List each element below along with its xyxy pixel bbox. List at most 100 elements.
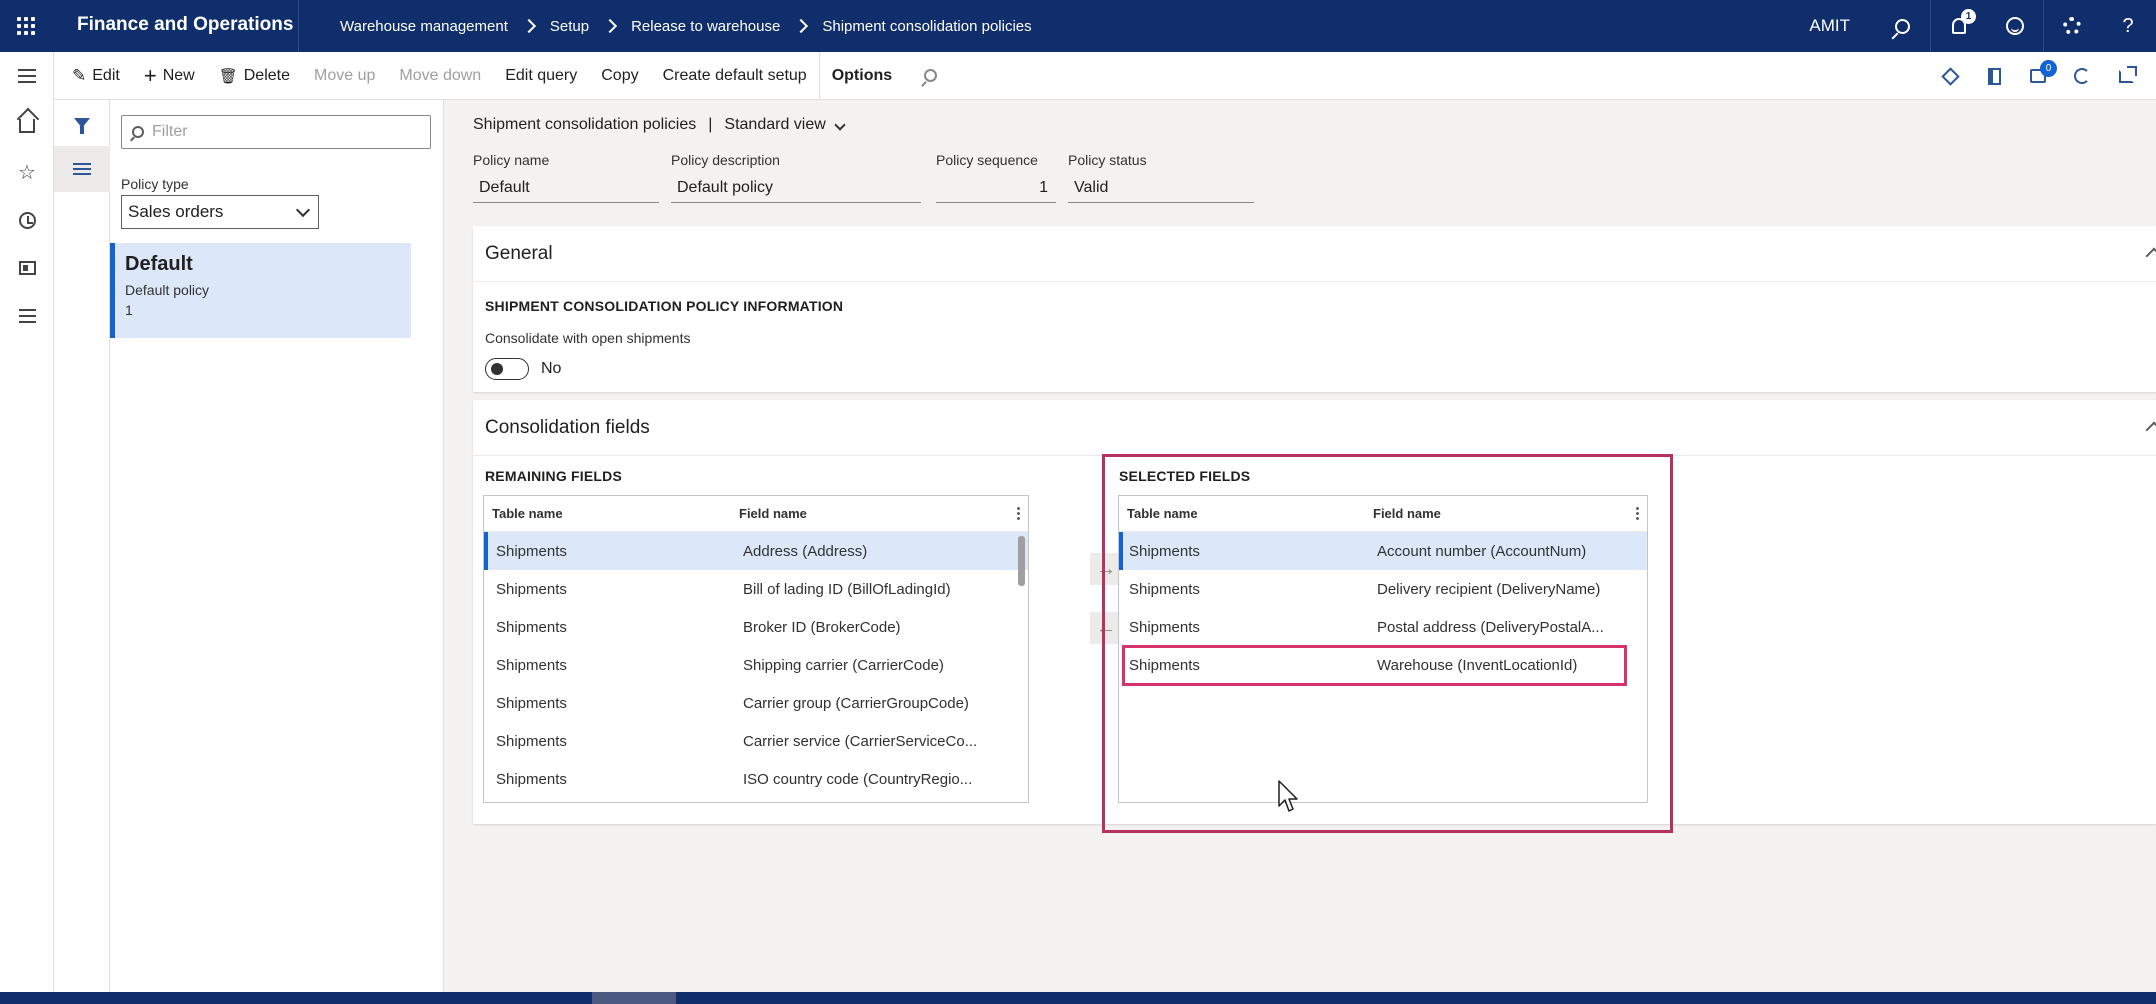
refresh-button[interactable] [2060,52,2104,100]
divider [298,0,299,52]
table-row[interactable]: Shipments Shipping carrier (CarrierCode) [484,646,1028,684]
policy-name-label: Policy name [473,152,550,168]
list-toggle-column [54,100,110,992]
remaining-fields-title: REMAINING FIELDS [485,468,622,484]
consolidate-toggle[interactable] [485,358,529,380]
app-title[interactable]: Finance and Operations [77,0,293,52]
policy-status-label: Policy status [1068,152,1147,168]
view-label: Standard view [724,116,826,133]
cell-field-name: Address (Address) [743,542,868,560]
chevron-up-icon[interactable] [2145,247,2156,265]
show-filters-button[interactable] [54,100,110,146]
new-field-highlight [1122,645,1627,686]
new-label: New [162,66,195,84]
chevron-up-icon[interactable] [2145,421,2156,439]
feedback-button[interactable] [1987,0,2043,52]
table-row[interactable]: Shipments ISO country code (CountryRegio.… [484,760,1028,798]
table-row[interactable]: Shipments Address (Address) [484,532,1028,570]
smile-icon [2006,17,2024,35]
options-tab[interactable]: Options [820,52,904,100]
pencil-icon: ✎ [72,65,87,85]
nav-recent[interactable] [0,196,54,244]
filter-input[interactable]: Filter [121,115,431,149]
open-new-window-button[interactable] [2104,52,2148,100]
copy-button[interactable]: Copy [589,52,650,100]
scrollbar[interactable] [1018,536,1025,586]
action-search-icon[interactable] [924,69,938,82]
nav-favorites[interactable]: ☆ [0,148,54,196]
policy-description-input[interactable]: Default policy [671,173,921,203]
chevron-down-icon [834,119,846,131]
move-down-button[interactable]: Move down [387,52,493,100]
show-list-button[interactable] [54,146,110,192]
column-header-table-name[interactable]: Table name [492,506,563,521]
table-row[interactable]: Shipments Carrier group (CarrierGroupCode… [484,684,1028,722]
workspace-icon [18,261,36,275]
consolidation-title: Consolidation fields [485,416,650,438]
gear-icon [2063,17,2081,35]
form-header: Shipment consolidation policies | Standa… [473,116,846,134]
move-up-button[interactable]: Move up [302,52,387,100]
cell-table-name: Shipments [496,770,567,788]
settings-button[interactable] [2044,0,2100,52]
new-button[interactable]: + New [132,52,207,100]
breadcrumb-item-warehouse-management[interactable]: Warehouse management [340,18,508,35]
office-button[interactable] [1972,52,2016,100]
more-vertical-icon[interactable] [1017,506,1020,521]
breadcrumb-item-release-to-warehouse[interactable]: Release to warehouse [631,18,780,35]
app-launcher-icon[interactable] [0,0,52,52]
expand-nav-button[interactable] [0,52,54,100]
section-title: SHIPMENT CONSOLIDATION POLICY INFORMATIO… [485,298,844,314]
search-button[interactable] [1874,0,1930,52]
delete-button[interactable]: 🗑 Delete [207,52,302,100]
chevron-right-icon [603,18,618,34]
policy-sequence-field: Policy sequence 1 [936,152,1056,203]
list-icon [18,308,36,324]
general-header[interactable]: General [473,226,2156,282]
navigation-pane: ☆ [0,52,54,992]
company-picker[interactable]: AMIT [1809,16,1850,36]
policy-type-value: Sales orders [128,202,224,221]
search-icon [132,126,144,138]
help-button[interactable]: ? [2100,0,2156,52]
policy-name-field: Policy name Default [473,152,659,203]
chevron-right-icon [521,18,536,34]
consolidate-value: No [541,360,562,377]
table-row[interactable]: Shipments Bill of lading ID (BillOfLading… [484,570,1028,608]
horizontal-scrollbar[interactable] [592,992,676,1004]
notifications-button[interactable]: 1 [1931,0,1987,52]
breadcrumb-item-current[interactable]: Shipment consolidation policies [822,18,1031,35]
column-header-field-name[interactable]: Field name [739,506,807,521]
diamond-icon [1940,66,1960,86]
cell-field-name: Carrier service (CarrierServiceCo... [743,732,978,750]
nav-modules[interactable] [0,292,54,340]
power-apps-button[interactable] [1928,52,1972,100]
policy-sequence-input[interactable]: 1 [936,173,1056,203]
policy-status-input[interactable]: Valid [1068,173,1254,203]
breadcrumb-item-setup[interactable]: Setup [550,18,589,35]
cell-table-name: Shipments [496,732,567,750]
edit-query-button[interactable]: Edit query [493,52,589,100]
list-lines-icon [73,163,91,175]
cell-table-name: Shipments [496,580,567,598]
action-pane-right: 0 [1928,52,2148,100]
create-default-setup-button[interactable]: Create default setup [651,52,819,100]
policy-name-input[interactable]: Default [473,173,659,203]
consolidation-header[interactable]: Consolidation fields [473,400,2156,456]
action-pane: ✎ Edit + New 🗑 Delete Move up Move down Edi… [54,51,2156,100]
policy-type-select[interactable]: Sales orders [121,195,319,229]
top-bar: Finance and Operations Warehouse managem… [0,0,2156,52]
table-row[interactable]: Shipments Broker ID (BrokerCode) [484,608,1028,646]
record-name: Default [125,253,193,275]
messages-button[interactable]: 0 [2016,52,2060,100]
consolidate-toggle-row: No [485,358,2156,380]
plus-icon: + [143,62,157,88]
list-item[interactable]: Default Default policy 1 [110,243,411,338]
view-selector[interactable]: Standard view [724,116,846,134]
nav-home[interactable] [0,100,54,148]
table-row[interactable]: Shipments Carrier service (CarrierService… [484,722,1028,760]
edit-label: Edit [92,66,120,84]
nav-workspaces[interactable] [0,244,54,292]
edit-button[interactable]: ✎ Edit [60,52,132,100]
top-bar-actions: AMIT 1 ? [1809,0,2156,52]
